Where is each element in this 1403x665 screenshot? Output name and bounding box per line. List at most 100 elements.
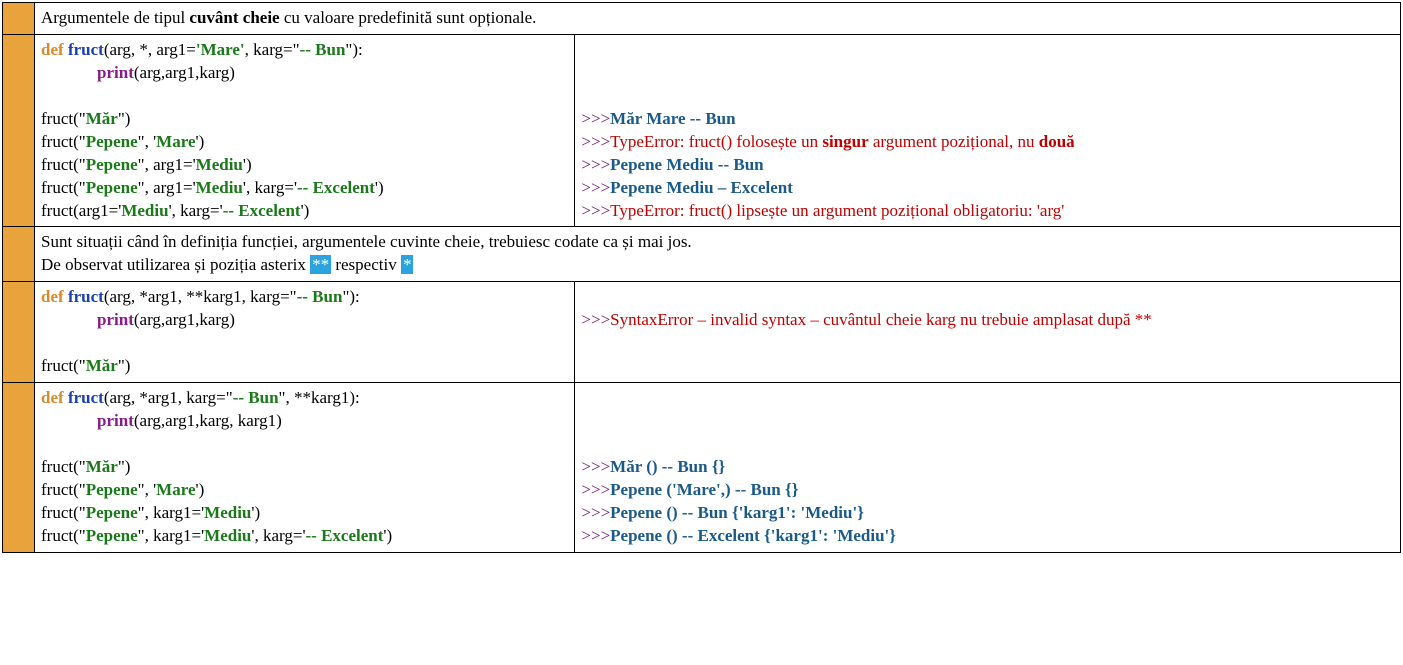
call: ", arg1=' (138, 178, 196, 197)
prompt: >>> (581, 480, 610, 499)
func-name: fruct (68, 287, 104, 306)
output-error: SyntaxError – invalid syntax – cuvântul … (610, 310, 1152, 329)
code-line: def fruct(arg, *arg1, **karg1, karg="-- … (41, 286, 568, 309)
string-literal: Mediu (121, 201, 168, 220)
call: fruct(" (41, 178, 86, 197)
string-literal: Pepene (86, 178, 138, 197)
output-line (581, 410, 1394, 433)
code-line: print(arg,arg1,karg, karg1) (41, 410, 568, 433)
code-line: fruct("Măr") (41, 355, 568, 378)
explanation-row: Sunt situații când în definiția funcției… (35, 227, 1401, 282)
string-literal: Măr (86, 356, 118, 375)
output-ok: Măr () -- Bun {} (610, 457, 725, 476)
call: fruct(arg1=' (41, 201, 121, 220)
call: ", ' (138, 132, 157, 151)
call: ') (243, 155, 252, 174)
sig: (arg, *arg1, karg=" (104, 388, 233, 407)
output-error: argument pozițional, nu (869, 132, 1039, 151)
func-name: fruct (68, 388, 104, 407)
code-line (41, 332, 568, 355)
gold-marker (3, 227, 35, 282)
string-literal: Pepene (86, 480, 138, 499)
output-cell: >>>Măr Mare -- Bun >>>TypeError: fruct()… (575, 34, 1401, 227)
sig: "): (345, 40, 362, 59)
output-line: >>>Pepene ('Mare',) -- Bun {} (581, 479, 1394, 502)
args: (arg,arg1,karg) (134, 63, 235, 82)
output-ok: Măr Mare -- Bun (610, 109, 735, 128)
string-literal: -- Excelent (306, 526, 384, 545)
text-line: De observat utilizarea și poziția asteri… (41, 254, 1394, 277)
output-error: TypeError: fruct() folosește un (610, 132, 822, 151)
code-line: fruct("Pepene", karg1='Mediu') (41, 502, 568, 525)
text-line: Sunt situații când în definiția funcției… (41, 231, 1394, 254)
sig: (arg, *arg1, **karg1, karg=" (104, 287, 297, 306)
prompt: >>> (581, 178, 610, 197)
output-error: TypeError: fruct() lipsește un argument … (610, 201, 1064, 220)
call: ') (383, 526, 392, 545)
call: ", arg1=' (138, 155, 196, 174)
keyword-print: print (97, 411, 134, 430)
sig: , karg=" (245, 40, 300, 59)
call: fruct(" (41, 132, 86, 151)
output-ok: Pepene () -- Excelent {'karg1': 'Mediu'} (610, 526, 896, 545)
string-literal: 'Mare' (196, 40, 245, 59)
string-literal: Mare (156, 480, 195, 499)
gold-marker (3, 3, 35, 35)
output-line: >>>TypeError: fruct() folosește un singu… (581, 131, 1394, 154)
call: ', karg=' (251, 526, 305, 545)
call: fruct(" (41, 356, 86, 375)
output-cell: >>>Măr () -- Bun {} >>>Pepene ('Mare',) … (575, 383, 1401, 553)
string-literal: -- Bun (297, 287, 343, 306)
string-literal: -- Excelent (297, 178, 375, 197)
code-cell: def fruct(arg, *arg1, **karg1, karg="-- … (35, 282, 575, 383)
call: fruct(" (41, 526, 86, 545)
output-ok: Pepene ('Mare',) -- Bun {} (610, 480, 798, 499)
func-name: fruct (68, 40, 104, 59)
call: ") (118, 356, 131, 375)
string-literal: Pepene (86, 503, 138, 522)
string-literal: Pepene (86, 155, 138, 174)
code-cell: def fruct(arg, *, arg1='Mare', karg="-- … (35, 34, 575, 227)
string-literal: Mediu (204, 526, 251, 545)
output-line (581, 286, 1394, 309)
gold-marker (3, 383, 35, 553)
keyword-def: def (41, 40, 64, 59)
call: ') (251, 503, 260, 522)
prompt: >>> (581, 503, 610, 522)
call: ') (196, 132, 205, 151)
highlight: ** (310, 255, 331, 274)
sig: ", **karg1): (279, 388, 360, 407)
call: fruct(" (41, 155, 86, 174)
output-line: >>>Pepene () -- Bun {'karg1': 'Mediu'} (581, 502, 1394, 525)
output-line: >>>Măr Mare -- Bun (581, 108, 1394, 131)
call: fruct(" (41, 503, 86, 522)
call: ') (301, 201, 310, 220)
output-ok: Pepene Mediu – Excelent (610, 178, 793, 197)
output-cell: >>>SyntaxError – invalid syntax – cuvânt… (575, 282, 1401, 383)
text: cu valoare predefinită sunt opționale. (280, 8, 537, 27)
string-literal: -- Bun (300, 40, 346, 59)
call: ') (196, 480, 205, 499)
tutorial-table: Argumentele de tipul cuvânt cheie cu val… (2, 2, 1401, 553)
call: ", karg1=' (138, 503, 205, 522)
string-literal: Pepene (86, 526, 138, 545)
call: ", karg1=' (138, 526, 205, 545)
keyword-print: print (97, 63, 134, 82)
code-line: fruct("Pepene", arg1='Mediu') (41, 154, 568, 177)
string-literal: Mediu (196, 178, 243, 197)
call: ', karg=' (243, 178, 297, 197)
prompt: >>> (581, 109, 610, 128)
text: De observat utilizarea și poziția asteri… (41, 255, 310, 274)
prompt: >>> (581, 132, 610, 151)
output-line (581, 387, 1394, 410)
gold-marker (3, 34, 35, 227)
string-literal: -- Excelent (223, 201, 301, 220)
code-line (41, 433, 568, 456)
string-literal: Mare (156, 132, 195, 151)
call: fruct(" (41, 457, 86, 476)
output-line: >>>TypeError: fruct() lipsește un argume… (581, 200, 1394, 223)
output-line (581, 433, 1394, 456)
highlight: * (401, 255, 414, 274)
string-literal: Mediu (196, 155, 243, 174)
keyword-def: def (41, 287, 64, 306)
